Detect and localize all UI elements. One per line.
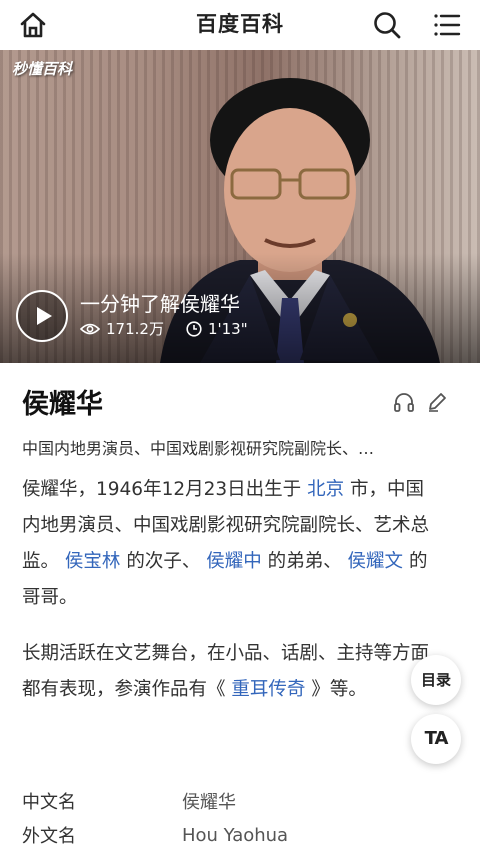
info-row: 外文名 Hou Yaohua bbox=[22, 818, 462, 852]
info-key: 外文名 bbox=[22, 826, 76, 847]
link-hou-baolin[interactable]: 侯宝林 bbox=[65, 551, 121, 572]
summary-text: 侯耀华，1946年12月23日出生于 bbox=[22, 479, 302, 500]
headphones-icon[interactable] bbox=[393, 391, 415, 413]
summary-text: 》等。 bbox=[311, 679, 367, 700]
video-overlay bbox=[0, 253, 480, 363]
link-hou-yaozhong[interactable]: 侯耀中 bbox=[206, 551, 262, 572]
info-value: Hou Yaohua bbox=[182, 824, 289, 846]
info-key: 中文名 bbox=[22, 792, 76, 813]
toc-button[interactable]: 目录 bbox=[411, 655, 461, 705]
eye-icon bbox=[80, 323, 100, 334]
info-row: 中文名 侯耀华 bbox=[22, 784, 462, 818]
link-chong-er-chuanqi[interactable]: 重耳传奇 bbox=[231, 679, 305, 700]
play-icon bbox=[37, 307, 52, 325]
summary-text: 的次子、 bbox=[126, 551, 201, 572]
edit-icon[interactable] bbox=[426, 391, 448, 413]
summary-paragraph: 侯耀华，1946年12月23日出生于 北京 市，中国内地男演员、中国戏剧影视研究… bbox=[22, 472, 442, 616]
view-count: 171.2万 bbox=[106, 320, 164, 338]
summary-paragraph-2: 长期活跃在文艺舞台，在小品、话剧、主持等方面都有表现，参演作品有《 重耳传奇 》… bbox=[22, 636, 442, 708]
entry-title: 侯耀华 bbox=[22, 389, 103, 420]
video-player[interactable]: 秒懂百科 一分钟了解侯耀华 171.2万 1'13" bbox=[0, 50, 480, 363]
video-duration: 1'13" bbox=[207, 319, 248, 338]
top-bar: 百度百科 bbox=[0, 0, 480, 50]
entry-subtitle[interactable]: 中国内地男演员、中国戏剧影视研究院副院长、… bbox=[22, 435, 452, 459]
info-value: 侯耀华 bbox=[182, 792, 236, 813]
video-watermark: 秒懂百科 bbox=[12, 60, 73, 78]
site-title: 百度百科 bbox=[196, 12, 284, 36]
link-hou-yaowen[interactable]: 侯耀文 bbox=[348, 551, 404, 572]
clock-icon bbox=[186, 320, 202, 337]
summary-text: 的弟弟、 bbox=[267, 551, 342, 572]
video-title: 一分钟了解侯耀华 bbox=[80, 292, 240, 316]
ta-button[interactable]: TA bbox=[411, 714, 461, 764]
info-box: 中文名 侯耀华 外文名 Hou Yaohua bbox=[22, 784, 462, 852]
video-meta: 171.2万 1'13" bbox=[80, 318, 248, 339]
play-button[interactable] bbox=[16, 290, 68, 342]
summary-text: 长期活跃在文艺舞台，在小品、话剧、主持等方面都有表现，参演作品有《 bbox=[22, 643, 430, 700]
search-icon[interactable] bbox=[372, 10, 402, 40]
link-beijing[interactable]: 北京 bbox=[307, 479, 344, 500]
menu-icon[interactable] bbox=[432, 10, 462, 40]
